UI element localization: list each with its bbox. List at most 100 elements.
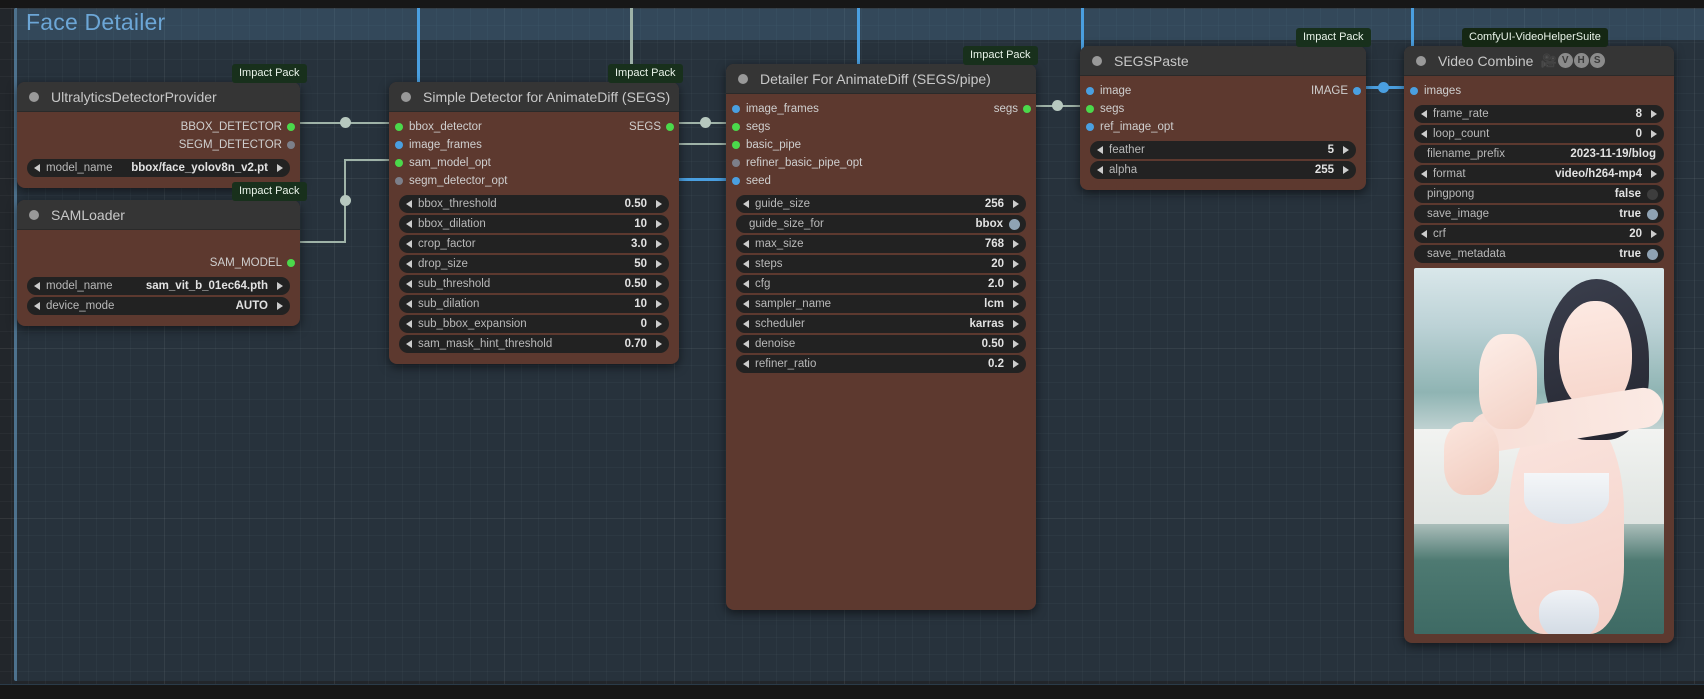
chevron-right-icon[interactable] — [1013, 320, 1019, 328]
output-slot-sam-model[interactable]: SAM_MODEL — [17, 254, 300, 272]
widget-loop-count[interactable]: loop_count 0 — [1414, 125, 1664, 143]
node-video-combine[interactable]: Video Combine 🎥 V H S images frame_rate … — [1404, 46, 1674, 643]
widget-alpha[interactable]: alpha 255 — [1090, 161, 1356, 179]
chevron-left-icon[interactable] — [34, 164, 40, 172]
chevron-right-icon[interactable] — [1013, 360, 1019, 368]
slot-dot-icon[interactable] — [395, 123, 403, 131]
chevron-right-icon[interactable] — [656, 220, 662, 228]
widget-guide-size[interactable]: guide_size 256 — [736, 195, 1026, 213]
input-slot-image-frames[interactable]: image_frames segs — [726, 100, 1036, 118]
slot-dot-icon[interactable] — [732, 123, 740, 131]
chevron-left-icon[interactable] — [743, 240, 749, 248]
output-slot-segm-detector[interactable]: SEGM_DETECTOR — [17, 136, 300, 154]
chevron-left-icon[interactable] — [743, 260, 749, 268]
widget-cfg[interactable]: cfg 2.0 — [736, 275, 1026, 293]
node-samloader[interactable]: SAMLoader SAM_MODEL model_name sam_vit_b… — [17, 200, 300, 326]
node-header[interactable]: Video Combine 🎥 V H S — [1404, 46, 1674, 76]
widget-frame-rate[interactable]: frame_rate 8 — [1414, 105, 1664, 123]
slot-dot-icon[interactable] — [732, 141, 740, 149]
input-slot-image-frames[interactable]: image_frames — [389, 136, 679, 154]
chevron-right-icon[interactable] — [1343, 166, 1349, 174]
node-graph-canvas[interactable]: Face Detailer Impact Pack UltralyticsDet… — [0, 0, 1704, 699]
widget-model-name[interactable]: model_name sam_vit_b_01ec64.pth — [27, 277, 290, 295]
widget-sampler-name[interactable]: sampler_name lcm — [736, 295, 1026, 313]
toggle-indicator[interactable] — [1647, 208, 1658, 220]
chevron-right-icon[interactable] — [1013, 300, 1019, 308]
node-detailer-for-animatediff[interactable]: Detailer For AnimateDiff (SEGS/pipe) ima… — [726, 64, 1036, 610]
widget-filename-prefix[interactable]: filename_prefix 2023-11-19/blog — [1414, 145, 1664, 163]
chevron-right-icon[interactable] — [656, 340, 662, 348]
chevron-right-icon[interactable] — [1651, 130, 1657, 138]
widget-device-mode[interactable]: device_mode AUTO — [27, 297, 290, 315]
chevron-left-icon[interactable] — [1421, 110, 1427, 118]
widget-format[interactable]: format video/h264-mp4 — [1414, 165, 1664, 183]
input-slot-seed[interactable]: seed — [726, 172, 1036, 190]
chevron-left-icon[interactable] — [743, 360, 749, 368]
widget-drop-size[interactable]: drop_size 50 — [399, 255, 669, 273]
collapse-dot-icon[interactable] — [1092, 55, 1102, 66]
chevron-left-icon[interactable] — [406, 220, 412, 228]
slot-dot-icon[interactable] — [666, 123, 674, 131]
slot-dot-icon[interactable] — [732, 159, 740, 167]
widget-model-name[interactable]: model_name bbox/face_yolov8n_v2.pt — [27, 159, 290, 177]
input-slot-image[interactable]: image IMAGE — [1080, 82, 1366, 100]
widget-refiner-ratio[interactable]: refiner_ratio 0.2 — [736, 355, 1026, 373]
node-header[interactable]: SEGSPaste — [1080, 46, 1366, 76]
collapse-dot-icon[interactable] — [738, 73, 748, 84]
chevron-left-icon[interactable] — [406, 340, 412, 348]
chevron-right-icon[interactable] — [656, 280, 662, 288]
chevron-left-icon[interactable] — [1097, 146, 1103, 154]
node-segspaste[interactable]: SEGSPaste image IMAGE segs ref_image_opt… — [1080, 46, 1366, 190]
slot-dot-icon[interactable] — [395, 159, 403, 167]
node-ultralytics-detector-provider[interactable]: UltralyticsDetectorProvider BBOX_DETECTO… — [17, 82, 300, 188]
collapse-dot-icon[interactable] — [29, 91, 39, 102]
widget-denoise[interactable]: denoise 0.50 — [736, 335, 1026, 353]
chevron-right-icon[interactable] — [656, 240, 662, 248]
chevron-right-icon[interactable] — [656, 300, 662, 308]
chevron-right-icon[interactable] — [1013, 240, 1019, 248]
chevron-left-icon[interactable] — [1421, 130, 1427, 138]
node-header[interactable]: UltralyticsDetectorProvider — [17, 82, 300, 112]
slot-dot-icon[interactable] — [1086, 87, 1094, 95]
widget-sub-threshold[interactable]: sub_threshold 0.50 — [399, 275, 669, 293]
widget-sam-mask-hint-threshold[interactable]: sam_mask_hint_threshold 0.70 — [399, 335, 669, 353]
chevron-left-icon[interactable] — [406, 200, 412, 208]
widget-sub-bbox-expansion[interactable]: sub_bbox_expansion 0 — [399, 315, 669, 333]
slot-dot-icon[interactable] — [1353, 87, 1361, 95]
chevron-right-icon[interactable] — [1651, 230, 1657, 238]
slot-dot-icon[interactable] — [732, 177, 740, 185]
chevron-right-icon[interactable] — [1013, 340, 1019, 348]
widget-steps[interactable]: steps 20 — [736, 255, 1026, 273]
input-slot-images[interactable]: images — [1404, 82, 1674, 100]
chevron-left-icon[interactable] — [34, 282, 40, 290]
input-slot-refiner-basic-pipe-opt[interactable]: refiner_basic_pipe_opt — [726, 154, 1036, 172]
input-slot-ref-image-opt[interactable]: ref_image_opt — [1080, 118, 1366, 136]
node-simple-detector-animatediff[interactable]: Simple Detector for AnimateDiff (SEGS) b… — [389, 82, 679, 364]
chevron-left-icon[interactable] — [743, 320, 749, 328]
chevron-right-icon[interactable] — [656, 320, 662, 328]
collapse-dot-icon[interactable] — [401, 91, 411, 102]
chevron-left-icon[interactable] — [406, 300, 412, 308]
chevron-right-icon[interactable] — [1013, 200, 1019, 208]
toggle-indicator[interactable] — [1647, 248, 1658, 260]
chevron-left-icon[interactable] — [743, 300, 749, 308]
chevron-right-icon[interactable] — [1651, 170, 1657, 178]
chevron-right-icon[interactable] — [656, 260, 662, 268]
widget-save-image[interactable]: save_image true — [1414, 205, 1664, 223]
input-slot-segs[interactable]: segs — [1080, 100, 1366, 118]
chevron-right-icon[interactable] — [277, 164, 283, 172]
chevron-right-icon[interactable] — [1651, 110, 1657, 118]
chevron-left-icon[interactable] — [406, 320, 412, 328]
input-slot-segs[interactable]: segs — [726, 118, 1036, 136]
chevron-left-icon[interactable] — [743, 200, 749, 208]
widget-bbox-dilation[interactable]: bbox_dilation 10 — [399, 215, 669, 233]
chevron-left-icon[interactable] — [406, 280, 412, 288]
slot-dot-icon[interactable] — [287, 123, 295, 131]
chevron-right-icon[interactable] — [277, 302, 283, 310]
node-header[interactable]: Detailer For AnimateDiff (SEGS/pipe) — [726, 64, 1036, 94]
collapse-dot-icon[interactable] — [1416, 55, 1426, 66]
chevron-left-icon[interactable] — [406, 260, 412, 268]
widget-scheduler[interactable]: scheduler karras — [736, 315, 1026, 333]
slot-dot-icon[interactable] — [732, 105, 740, 113]
chevron-right-icon[interactable] — [656, 200, 662, 208]
